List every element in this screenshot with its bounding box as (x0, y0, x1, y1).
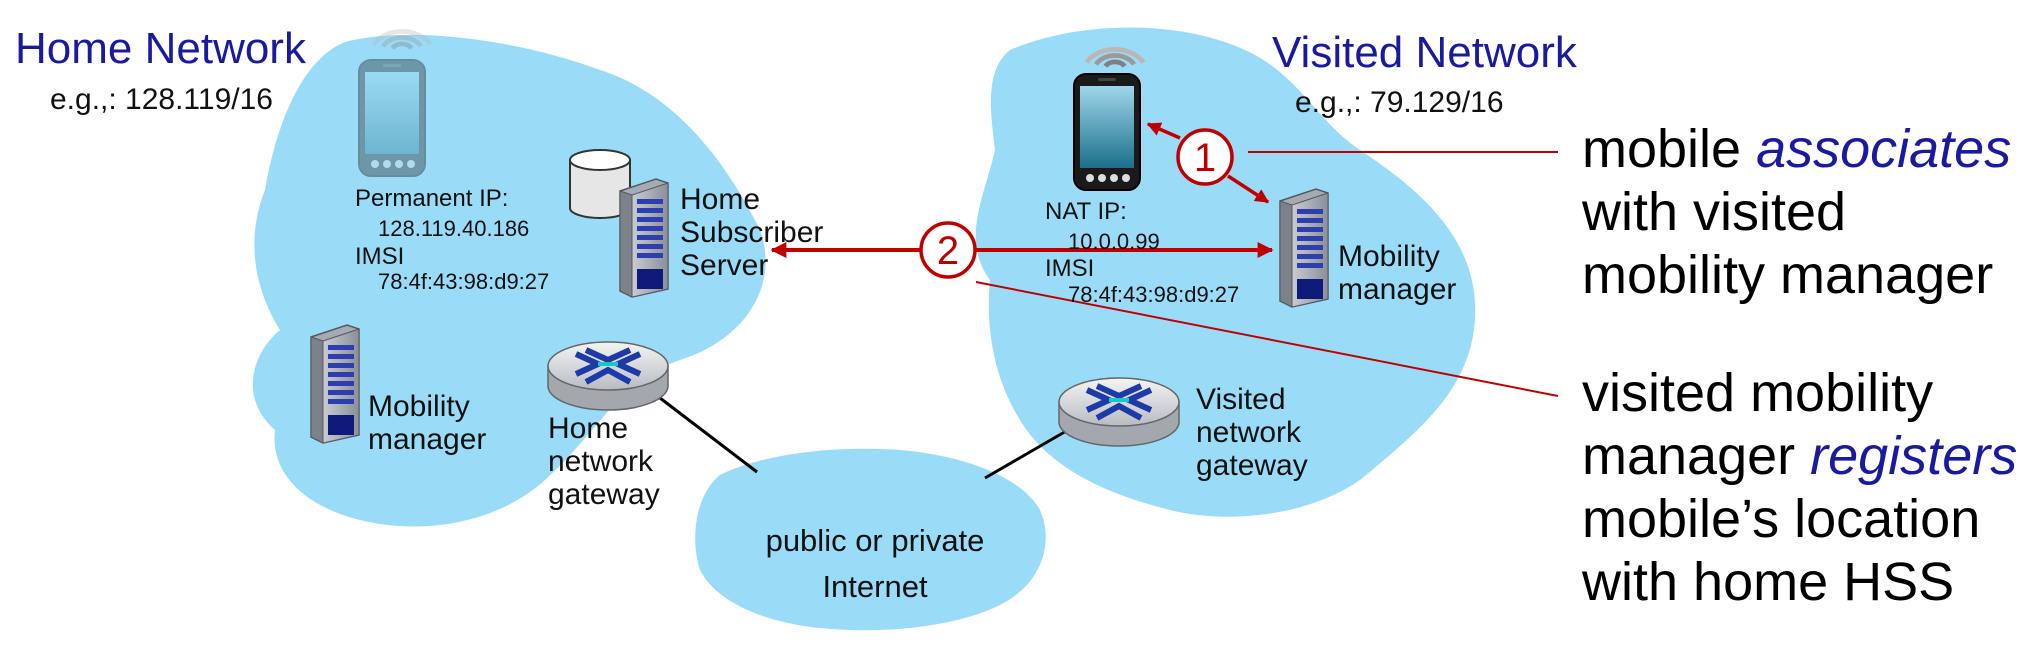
visited-gateway-router-icon (1059, 378, 1179, 446)
step1-badge: 1 (1176, 128, 1234, 186)
visited-mobility-manager-server-icon (1279, 188, 1329, 308)
visited-gateway-label: Visited network gateway (1196, 383, 1308, 482)
step1-description: mobile associates with visited mobility … (1582, 119, 2012, 305)
home-mobility-manager-label: Mobility manager (368, 390, 487, 456)
visited-network-subnet: e.g.,: 79.129/16 (1295, 86, 1504, 119)
visited-phone-icon (1073, 73, 1141, 191)
permanent-ip-label: Permanent IP: (355, 185, 509, 212)
step2-badge: 2 (919, 221, 977, 279)
step1-emphasis: associates (1756, 119, 2012, 179)
permanent-ip-value: 128.119.40.186 (378, 216, 530, 241)
home-imsi-value: 78:4f:43:98:d9:27 (378, 269, 550, 294)
home-imsi-label: IMSI (355, 243, 405, 270)
step1-number: 1 (1194, 136, 1216, 180)
home-mobility-manager-server-icon (310, 324, 360, 444)
visited-network-title: Visited Network (1272, 28, 1577, 77)
nat-ip-value: 10.0.0.99 (1068, 229, 1160, 254)
nat-ip-label: NAT IP: (1045, 198, 1127, 225)
home-gateway-label: Home network gateway (548, 412, 660, 511)
home-network-title: Home Network (15, 24, 306, 73)
hss-server-icon (619, 178, 669, 298)
visited-imsi-label: IMSI (1045, 255, 1095, 282)
hss-label: Home Subscriber Server (680, 183, 824, 282)
home-gateway-router-icon (548, 342, 668, 410)
step2-description: visited mobility manager registers mobil… (1582, 363, 2018, 612)
internet-label: public or private Internet (765, 523, 985, 604)
step2-emphasis: registers (1810, 426, 2018, 486)
step2-number: 2 (937, 229, 959, 273)
home-network-subnet: e.g.,: 128.119/16 (50, 83, 273, 116)
home-gateway-to-internet-line (659, 396, 758, 474)
visited-imsi-value: 78:4f:43:98:d9:27 (1068, 282, 1240, 307)
visited-mobility-manager-label: Mobility manager (1338, 240, 1457, 306)
